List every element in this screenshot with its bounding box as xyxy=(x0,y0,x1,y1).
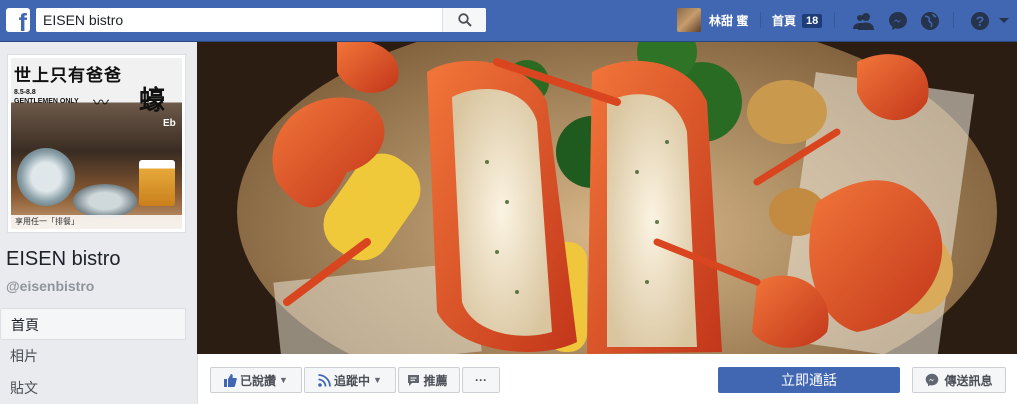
mustache-icon: 〰 xyxy=(93,95,110,112)
globe-icon[interactable] xyxy=(919,10,941,32)
home-badge: 18 xyxy=(802,13,823,28)
top-navigation-bar: f 林甜 蜜 首頁 18 ? xyxy=(0,0,1017,42)
follow-button[interactable]: 追蹤中 ▼ xyxy=(304,367,396,393)
beer-glass xyxy=(139,160,175,206)
home-link[interactable]: 首頁 18 xyxy=(772,12,823,29)
like-label: 已說讚 xyxy=(240,373,277,388)
nav-item-home[interactable]: 首頁 xyxy=(0,308,186,340)
caret-down-icon: ▼ xyxy=(373,375,382,385)
profile-headline: 世上只有爸爸 xyxy=(14,66,122,86)
divider xyxy=(834,12,835,28)
call-now-button[interactable]: 立即通話 xyxy=(718,367,900,393)
divider xyxy=(760,12,761,28)
cover-photo-image xyxy=(197,42,1017,354)
call-now-label: 立即通話 xyxy=(781,372,837,388)
send-message-button[interactable]: 傳送訊息 xyxy=(912,367,1006,393)
page-action-bar: 已說讚 ▼ 追蹤中 ▼ 推薦 ··· 立即通話 傳送訊息 xyxy=(197,354,1017,404)
more-icon: ··· xyxy=(475,373,487,387)
profile-picture[interactable]: 世上只有爸爸 8.5-8.8 GENTLEMEN ONLY 〰 蠔 Eb 享用任… xyxy=(7,54,186,233)
like-button[interactable]: 已說讚 ▼ xyxy=(210,367,302,393)
nav-item-photos[interactable]: 相片 xyxy=(0,340,186,372)
profile-picture-image: 世上只有爸爸 8.5-8.8 GENTLEMEN ONLY 〰 蠔 Eb 享用任… xyxy=(11,58,182,229)
search-button[interactable] xyxy=(442,8,486,32)
messenger-icon[interactable] xyxy=(887,10,909,32)
recommend-button[interactable]: 推薦 xyxy=(398,367,460,393)
search-box xyxy=(36,8,486,32)
caret-down-icon[interactable] xyxy=(993,10,1015,32)
profile-dates-text: 8.5-8.8 xyxy=(14,89,36,96)
more-options-button[interactable]: ··· xyxy=(462,367,500,393)
page-handle[interactable]: @eisenbistro xyxy=(6,278,94,294)
nav-item-posts[interactable]: 貼文 xyxy=(0,372,186,404)
messenger-icon xyxy=(926,373,939,387)
user-name: 林甜 蜜 xyxy=(709,13,749,28)
user-profile-link[interactable]: 林甜 蜜 xyxy=(677,8,748,32)
avatar xyxy=(677,8,701,32)
search-input[interactable] xyxy=(36,8,440,32)
facebook-logo[interactable]: f xyxy=(6,8,30,32)
follow-label: 追蹤中 xyxy=(334,373,371,388)
profile-subtitle: GENTLEMEN ONLY xyxy=(14,98,79,106)
caret-down-icon: ▼ xyxy=(279,375,288,385)
oyster-plate xyxy=(17,148,75,206)
search-icon xyxy=(457,13,472,27)
help-icon[interactable]: ? xyxy=(969,10,991,32)
divider xyxy=(953,12,954,28)
svg-text:?: ? xyxy=(976,13,985,29)
home-label: 首頁 xyxy=(772,14,797,28)
profile-footer: 享用任一「排餐」 xyxy=(11,215,182,229)
profile-dates: 8.5-8.8 GENTLEMEN ONLY xyxy=(14,88,79,106)
rss-icon xyxy=(318,373,331,387)
profile-oyster-char: 蠔 xyxy=(139,86,166,116)
page-navigation: 首頁 相片 貼文 xyxy=(0,308,186,404)
friends-icon[interactable] xyxy=(853,10,875,32)
comment-icon xyxy=(408,374,420,386)
cover-photo[interactable] xyxy=(197,42,1017,354)
profile-mark: Eb xyxy=(163,118,176,129)
thumbs-up-icon xyxy=(224,373,237,387)
food-plate xyxy=(73,184,137,218)
recommend-label: 推薦 xyxy=(423,373,448,388)
send-message-label: 傳送訊息 xyxy=(944,373,993,388)
page-title[interactable]: EISEN bistro xyxy=(6,248,120,271)
